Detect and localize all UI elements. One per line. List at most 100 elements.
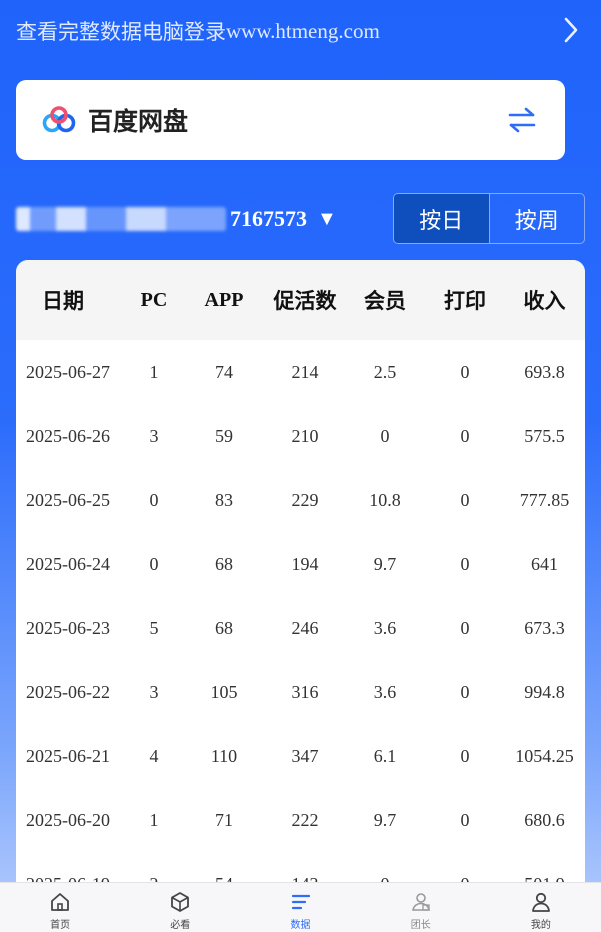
tab-leader[interactable]: 团长 [361,883,481,932]
header-income: 收入 [523,289,566,313]
cell-income: 680.6 [524,809,565,830]
by-day-button[interactable]: 按日 [394,194,489,243]
cell-date: 2025-06-23 [26,617,110,638]
table-row: 2025-06-22 3 105 316 3.6 0 994.8 [16,660,585,724]
cell-print: 0 [460,553,470,574]
cell-membership: 9.7 [373,809,397,830]
cell-app: 110 [210,745,238,766]
cell-membership: 3.6 [373,681,397,702]
cell-activations: 222 [291,809,319,830]
data-lines-icon [291,894,310,910]
cell-income: 777.85 [519,489,570,510]
cell-income: 1054.25 [515,745,574,766]
cell-income: 994.8 [524,681,565,702]
cell-app: 68 [215,553,233,574]
cell-print: 0 [460,425,470,446]
table-row: 2025-06-25 0 83 229 10.8 0 777.85 [16,468,585,532]
cell-date: 2025-06-21 [26,745,110,766]
cell-date: 2025-06-22 [26,681,110,702]
tab-home-label: 首页 [50,920,71,931]
by-week-button[interactable]: 按周 [488,194,585,243]
cell-pc: 4 [149,745,159,766]
cell-activations: 210 [291,425,319,446]
cell-membership: 0 [380,425,390,446]
swap-arrows-icon[interactable] [507,106,537,134]
tab-data-label: 数据 [290,920,311,931]
header-date: 日期 [42,289,84,313]
cell-membership: 2.5 [373,361,397,382]
cell-activations: 316 [291,681,319,702]
cell-pc: 0 [149,489,159,510]
chevron-right-icon [564,17,578,43]
cell-activations: 194 [291,553,319,574]
cell-app: 74 [215,361,233,382]
tab-must-see[interactable]: 必看 [120,883,240,932]
period-toggle: 按日 按周 [393,193,585,244]
header-pc: PC [140,288,168,311]
tab-data[interactable]: 数据 [240,883,360,932]
cell-pc: 3 [149,425,159,446]
cell-income: 575.5 [524,425,565,446]
data-table: 日期 PC APP 促活数 会员 打印 收入 2025-06-27 1 74 2… [16,260,585,900]
tab-must-see-label: 必看 [170,920,191,931]
baidu-netdisk-logo-icon [42,106,76,133]
cube-icon [171,892,190,912]
cell-pc: 0 [149,553,159,574]
cell-print: 0 [460,617,470,638]
cell-activations: 246 [291,617,319,638]
tab-leader-label: 团长 [410,920,431,931]
cell-pc: 1 [149,361,159,382]
cell-membership: 3.6 [373,617,397,638]
cell-date: 2025-06-27 [26,361,110,382]
cell-print: 0 [460,681,470,702]
header-membership: 会员 [364,289,406,313]
cell-print: 0 [460,745,470,766]
table-row: 2025-06-23 5 68 246 3.6 0 673.3 [16,596,585,660]
login-hint-banner[interactable]: 查看完整数据电脑登录 www.htmeng.com [0,0,601,62]
app-selector-card[interactable]: 百度网盘 [16,80,565,160]
table-row: 2025-06-21 4 110 347 6.1 0 1054.25 [16,724,585,788]
user-icon [532,892,550,912]
cell-income: 693.8 [524,361,565,382]
masked-account-id [16,207,226,231]
cell-app: 71 [215,809,233,830]
cell-activations: 214 [291,361,319,382]
cell-app: 68 [215,617,233,638]
cell-income: 641 [531,553,558,574]
tab-mine-label: 我的 [530,920,551,931]
banner-text: 查看完整数据电脑登录 [16,20,226,44]
table-row: 2025-06-27 1 74 214 2.5 0 693.8 [16,340,585,404]
header-print: 打印 [444,289,486,313]
cell-activations: 347 [291,745,319,766]
tab-home[interactable]: 首页 [0,883,120,932]
cell-pc: 3 [149,681,159,702]
cell-activations: 229 [291,489,319,510]
cell-membership: 9.7 [373,553,397,574]
home-icon [51,893,69,911]
table-row: 2025-06-24 0 68 194 9.7 0 641 [16,532,585,596]
cell-print: 0 [460,489,470,510]
table-row: 2025-06-26 3 59 210 0 0 575.5 [16,404,585,468]
cell-date: 2025-06-24 [26,553,110,574]
leader-person-icon [411,893,430,911]
cell-print: 0 [460,809,470,830]
cell-pc: 1 [149,809,159,830]
table-row: 2025-06-20 1 71 222 9.7 0 680.6 [16,788,585,852]
cell-app: 59 [215,425,233,446]
header-app: APP [204,288,244,311]
cell-app: 83 [215,489,233,510]
dropdown-caret-icon: ▼ [317,207,337,230]
cell-membership: 10.8 [369,489,401,510]
tab-mine[interactable]: 我的 [481,883,601,932]
table-body: 2025-06-27 1 74 214 2.5 0 693.8 2025-06-… [16,340,585,900]
account-selector[interactable]: 7167573 ▼ [16,202,337,236]
app-name: 百度网盘 [88,107,189,136]
cell-print: 0 [460,361,470,382]
table-header-row: 日期 PC APP 促活数 会员 打印 收入 [16,260,585,340]
cell-membership: 6.1 [373,745,397,766]
cell-date: 2025-06-25 [26,489,110,510]
header-activations: 促活数 [273,289,337,313]
cell-income: 673.3 [524,617,565,638]
bottom-tab-bar: 首页 必看 数据 团长 我的 [0,882,601,932]
cell-date: 2025-06-26 [26,425,110,446]
